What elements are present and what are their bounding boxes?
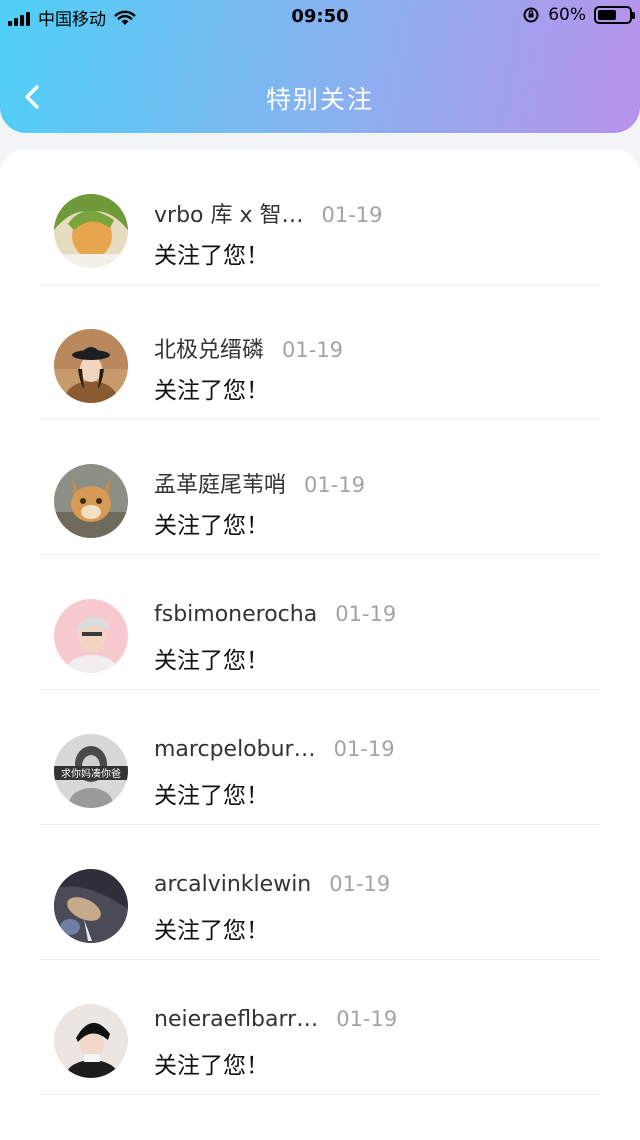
notification-text: 关注了您！	[154, 1053, 269, 1079]
status-bar: 中国移动 09:50 60%	[0, 0, 640, 34]
page-title: 特别关注	[265, 85, 374, 114]
avatar[interactable]	[54, 464, 128, 538]
notification-date: 01-19	[282, 338, 344, 362]
battery-icon	[594, 6, 635, 24]
notification-date: 01-19	[304, 473, 366, 497]
notification-date: 01-19	[336, 1007, 398, 1031]
notification-row[interactable]: fsbimonerocha 01-19 关注了您！	[0, 555, 640, 690]
battery-level-fill	[598, 10, 616, 20]
row-divider	[40, 1094, 600, 1095]
notification-date: 01-19	[321, 203, 383, 227]
avatar[interactable]	[54, 599, 128, 673]
battery-percent: 60%	[548, 5, 586, 25]
notification-row[interactable]: 北极兑缙磷 01-19 关注了您！	[0, 285, 640, 420]
notification-row[interactable]: arcalvinklewin 01-19 关注了您！	[0, 825, 640, 960]
notification-text: 关注了您！	[154, 783, 269, 809]
notification-list: vrbo 库 x 智… 01-19 关注了您！ 北极兑缙磷 01-19 关注了您…	[0, 150, 640, 1140]
user-name[interactable]: fsbimonerocha	[154, 602, 317, 627]
orientation-lock-icon	[523, 7, 539, 23]
notification-date: 01-19	[335, 602, 397, 626]
user-name[interactable]: neieraeflbarr…	[154, 1007, 318, 1032]
notification-date: 01-19	[329, 872, 391, 896]
notification-text: 关注了您！	[154, 378, 269, 404]
notification-row[interactable]: 孟革庭尾苇哨 01-19 关注了您！	[0, 420, 640, 555]
notification-text: 关注了您！	[154, 513, 269, 539]
user-name[interactable]: 北极兑缙磷	[154, 332, 264, 364]
user-name[interactable]: 孟革庭尾苇哨	[154, 467, 286, 499]
user-name[interactable]: vrbo 库 x 智…	[154, 197, 304, 229]
header: 中国移动 09:50 60% 特别关注	[0, 0, 640, 133]
notification-row[interactable]: 求你妈凑你爸 marcpelobur… 01-19 关注了您！	[0, 690, 640, 825]
avatar[interactable]: 求你妈凑你爸	[54, 734, 128, 808]
notification-text: 关注了您！	[154, 918, 269, 944]
notification-date: 01-19	[333, 737, 395, 761]
notification-row[interactable]: neieraeflbarr… 01-19 关注了您！	[0, 960, 640, 1095]
user-name[interactable]: arcalvinklewin	[154, 872, 311, 897]
user-name[interactable]: marcpelobur…	[154, 737, 316, 762]
notification-text: 关注了您！	[154, 243, 269, 269]
avatar[interactable]	[54, 329, 128, 403]
avatar[interactable]	[54, 869, 128, 943]
avatar-caption: 求你妈凑你爸	[61, 767, 121, 780]
avatar[interactable]	[54, 1004, 128, 1078]
notification-text: 关注了您！	[154, 648, 269, 674]
notification-row[interactable]: vrbo 库 x 智… 01-19 关注了您！	[0, 150, 640, 285]
avatar[interactable]	[54, 194, 128, 268]
